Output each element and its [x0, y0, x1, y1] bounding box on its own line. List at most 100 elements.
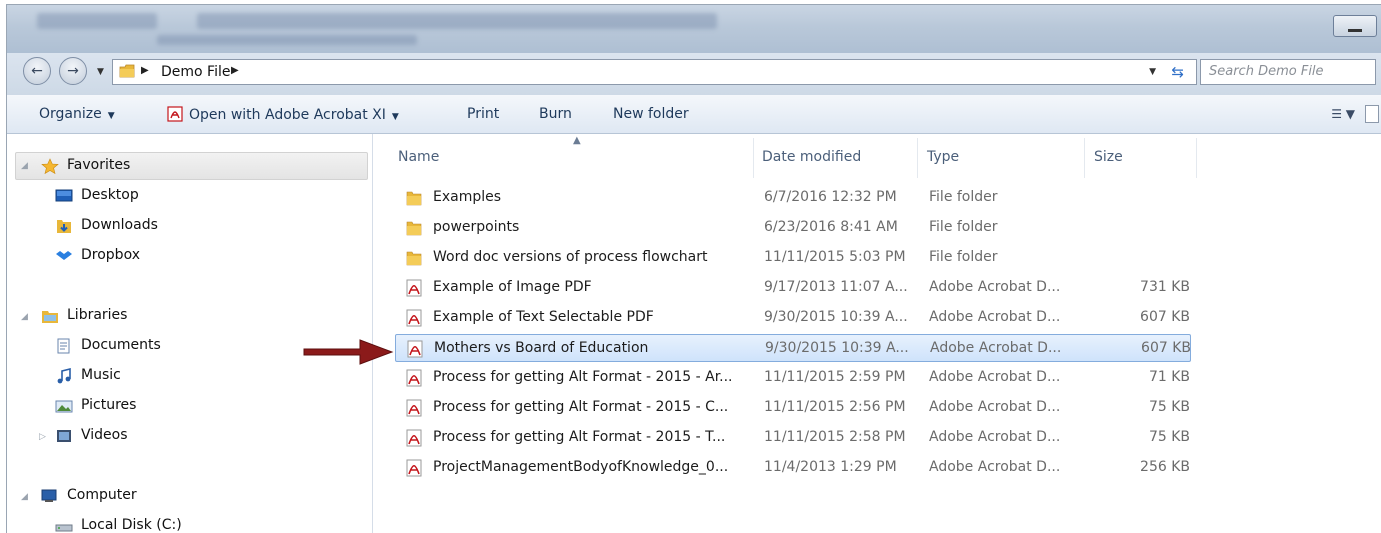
- documents-icon: [57, 338, 70, 354]
- nav-pictures-label: Pictures: [81, 397, 137, 413]
- folder-icon: [119, 64, 135, 78]
- file-row[interactable]: Process for getting Alt Format - 2015 - …: [395, 424, 1191, 452]
- file-name: Mothers vs Board of Education: [434, 340, 649, 356]
- organize-menu[interactable]: Organize ▼: [39, 106, 115, 122]
- file-type: Adobe Acrobat D...: [929, 279, 1061, 295]
- file-date: 11/11/2015 2:59 PM: [764, 369, 906, 385]
- nav-videos-label: Videos: [81, 427, 128, 443]
- pdf-icon: [406, 399, 422, 417]
- file-row[interactable]: Process for getting Alt Format - 2015 - …: [395, 394, 1191, 422]
- print-button[interactable]: Print: [467, 106, 499, 122]
- pdf-icon: [406, 309, 422, 327]
- file-row[interactable]: Examples 6/7/2016 12:32 PM File folder: [395, 184, 1191, 212]
- pdf-icon: [406, 369, 422, 387]
- file-name: Word doc versions of process flowchart: [433, 249, 708, 265]
- nav-favorites-label: Favorites: [67, 157, 131, 173]
- pdf-icon: [407, 340, 423, 358]
- file-type: Adobe Acrobat D...: [929, 459, 1061, 475]
- pictures-icon: [55, 400, 73, 413]
- change-view-icon[interactable]: ☰ ▼: [1331, 107, 1355, 121]
- file-row[interactable]: Example of Image PDF 9/17/2013 11:07 A...…: [395, 274, 1191, 302]
- pdf-icon: [406, 279, 422, 297]
- file-row[interactable]: Example of Text Selectable PDF 9/30/2015 …: [395, 304, 1191, 332]
- explorer-window: ← → ▼ ▶ Demo File ▶ ▼ ⇆ Search Demo File…: [6, 4, 1381, 533]
- forward-button[interactable]: →: [59, 57, 87, 85]
- libraries-icon: [42, 311, 58, 323]
- file-row[interactable]: ProjectManagementBodyofKnowledge_0... 11/…: [395, 454, 1191, 482]
- file-size: 256 KB: [1140, 459, 1190, 475]
- file-name: Example of Image PDF: [433, 279, 592, 295]
- folder-icon: [406, 191, 422, 206]
- minimize-button[interactable]: [1333, 15, 1377, 37]
- local-disk-icon: [55, 524, 73, 532]
- computer-icon: [41, 489, 57, 502]
- file-name: Examples: [433, 189, 502, 205]
- file-date: 11/11/2015 2:56 PM: [764, 399, 906, 415]
- sort-ascending-icon: ▲: [573, 135, 581, 146]
- collapse-triangle-icon[interactable]: ◢: [21, 161, 28, 171]
- column-divider[interactable]: [1084, 138, 1085, 178]
- breadcrumb-demo-file[interactable]: Demo File: [161, 64, 230, 80]
- nav-computer-label: Computer: [67, 487, 137, 503]
- breadcrumb-separator-icon[interactable]: ▶: [141, 65, 149, 76]
- file-size: 731 KB: [1140, 279, 1190, 295]
- expand-triangle-icon[interactable]: ▷: [39, 432, 46, 442]
- pdf-icon: [406, 459, 422, 477]
- navigation-bar: ← → ▼ ▶ Demo File ▶ ▼ ⇆ Search Demo File: [7, 53, 1381, 95]
- file-size: 71 KB: [1148, 369, 1190, 385]
- organize-label: Organize: [39, 106, 102, 122]
- file-name: powerpoints: [433, 219, 520, 235]
- title-bar: [7, 5, 1381, 53]
- file-row[interactable]: Process for getting Alt Format - 2015 - …: [395, 364, 1191, 392]
- file-row-selected[interactable]: Mothers vs Board of Education 9/30/2015 1…: [395, 334, 1191, 362]
- nav-libraries-label: Libraries: [67, 307, 128, 323]
- search-box[interactable]: Search Demo File: [1200, 59, 1376, 85]
- address-bar[interactable]: ▶ Demo File ▶ ▼ ⇆: [112, 59, 1197, 85]
- address-dropdown-icon[interactable]: ▼: [1149, 67, 1156, 77]
- new-folder-button[interactable]: New folder: [613, 106, 689, 122]
- file-name: ProjectManagementBodyofKnowledge_0...: [433, 459, 729, 475]
- column-header-size[interactable]: Size: [1094, 149, 1123, 165]
- collapse-triangle-icon[interactable]: ◢: [21, 312, 28, 322]
- file-size: 607 KB: [1140, 309, 1190, 325]
- file-row[interactable]: Word doc versions of process flowchart 11…: [395, 244, 1191, 272]
- refresh-icon[interactable]: ⇆: [1171, 63, 1184, 81]
- file-type: Adobe Acrobat D...: [929, 369, 1061, 385]
- file-type: File folder: [929, 249, 998, 265]
- file-name: Example of Text Selectable PDF: [433, 309, 654, 325]
- column-divider[interactable]: [1196, 138, 1197, 178]
- nav-local-disk-label: Local Disk (C:): [81, 517, 182, 533]
- command-bar: Organize ▼ Open with Adobe Acrobat XI ▼ Pr…: [7, 95, 1381, 134]
- chevron-down-icon: ▼: [107, 111, 115, 121]
- nav-dropbox-label: Dropbox: [81, 247, 140, 263]
- nav-music-label: Music: [81, 367, 121, 383]
- column-divider[interactable]: [753, 138, 754, 178]
- folder-icon: [406, 251, 422, 266]
- burn-button[interactable]: Burn: [539, 106, 572, 122]
- breadcrumb-separator-icon[interactable]: ▶: [231, 65, 239, 76]
- open-with-button[interactable]: Open with Adobe Acrobat XI ▼: [167, 106, 399, 123]
- downloads-folder-icon: [57, 220, 71, 233]
- preview-pane-button[interactable]: [1365, 105, 1379, 123]
- desktop-icon: [55, 189, 73, 202]
- dropbox-icon: [56, 251, 72, 260]
- videos-icon: [57, 430, 71, 442]
- recent-pages-dropdown-icon[interactable]: ▼: [97, 67, 104, 77]
- file-size: 75 KB: [1148, 399, 1190, 415]
- search-placeholder: Search Demo File: [1209, 64, 1324, 79]
- column-header-name[interactable]: Name: [398, 149, 439, 165]
- file-row[interactable]: powerpoints 6/23/2016 8:41 AM File folder: [395, 214, 1191, 242]
- column-header-date[interactable]: Date modified: [762, 149, 861, 165]
- file-name: Process for getting Alt Format - 2015 - …: [433, 429, 726, 445]
- file-date: 9/17/2013 11:07 A...: [764, 279, 908, 295]
- file-name: Process for getting Alt Format - 2015 - …: [433, 369, 733, 385]
- collapse-triangle-icon[interactable]: ◢: [21, 492, 28, 502]
- file-date: 6/23/2016 8:41 AM: [764, 219, 898, 235]
- column-header-type[interactable]: Type: [927, 149, 959, 165]
- file-date: 11/11/2015 5:03 PM: [764, 249, 906, 265]
- back-button[interactable]: ←: [23, 57, 51, 85]
- nav-desktop-label: Desktop: [81, 187, 139, 203]
- column-divider[interactable]: [917, 138, 918, 178]
- music-icon: [57, 368, 71, 384]
- file-type: Adobe Acrobat D...: [929, 399, 1061, 415]
